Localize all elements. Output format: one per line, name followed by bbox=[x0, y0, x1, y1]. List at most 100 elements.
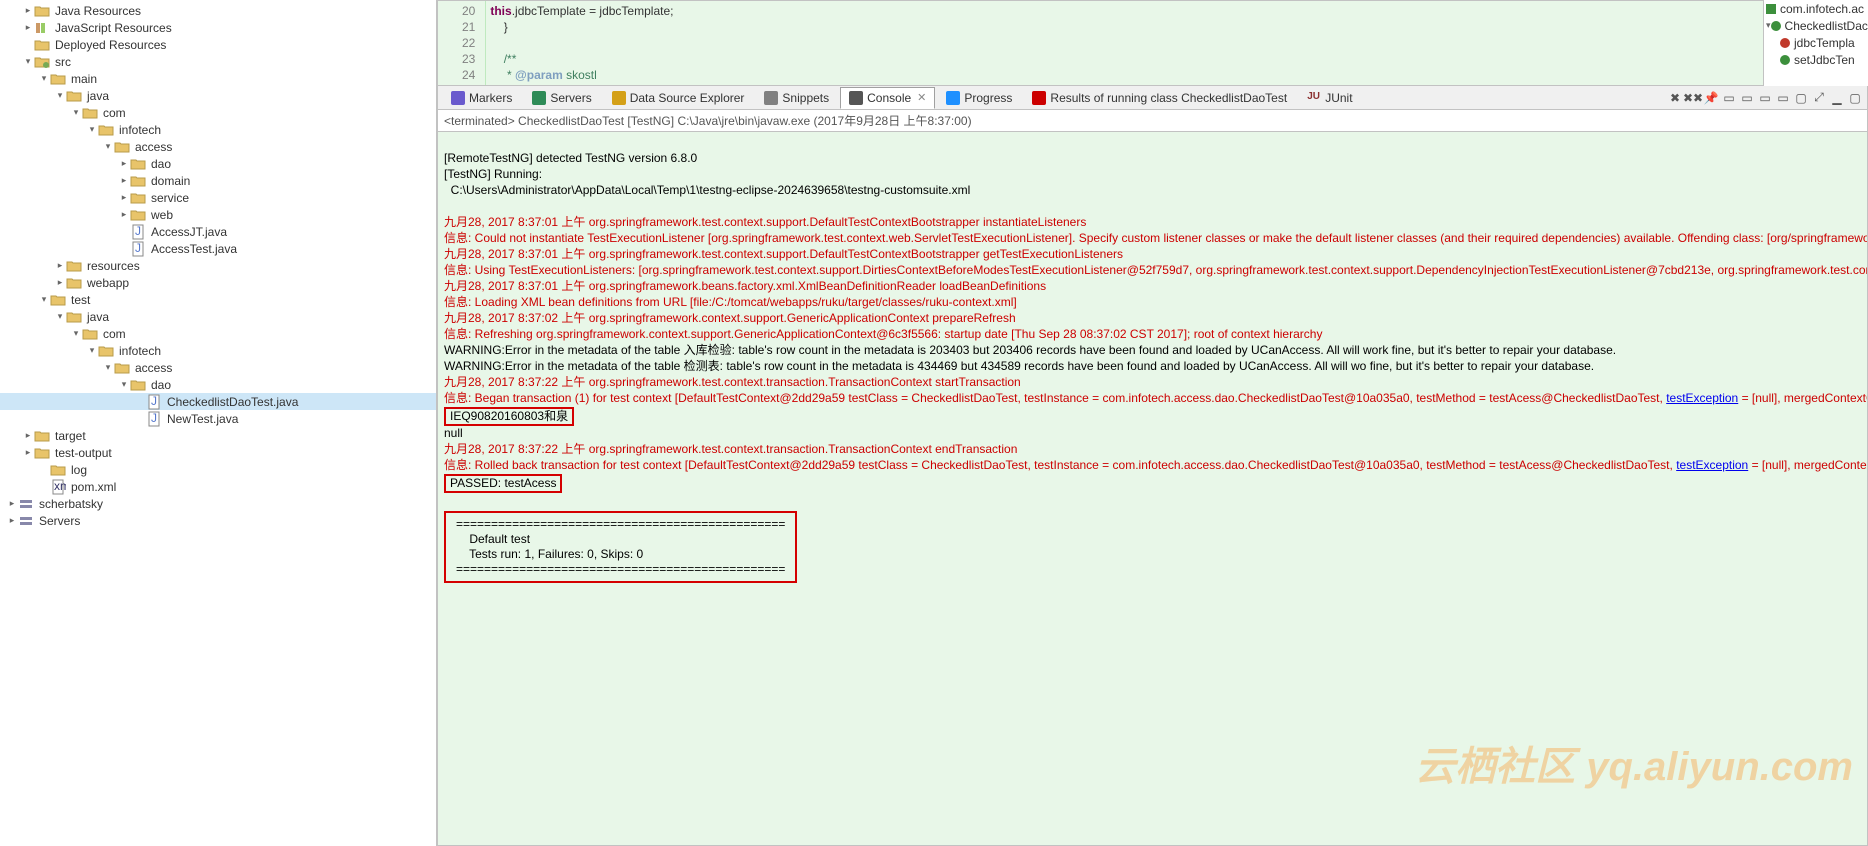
tree-item-dao[interactable]: ▾dao bbox=[0, 376, 436, 393]
tree-arrow[interactable]: ▸ bbox=[118, 158, 130, 169]
folder-icon bbox=[50, 462, 66, 478]
tree-item-domain[interactable]: ▸domain bbox=[0, 172, 436, 189]
javadoc-tag: @param bbox=[515, 68, 563, 82]
toolbar-x-icon[interactable]: ✖ bbox=[1667, 90, 1683, 106]
tree-arrow[interactable]: ▾ bbox=[70, 107, 82, 118]
tree-item-pom-xml[interactable]: xmlpom.xml bbox=[0, 478, 436, 495]
tab-junit[interactable]: JUJUnit bbox=[1298, 87, 1361, 109]
tree-item-scherbatsky[interactable]: ▸scherbatsky bbox=[0, 495, 436, 512]
tree-item-checkedlistdaotest-java[interactable]: JCheckedlistDaoTest.java bbox=[0, 393, 436, 410]
tree-arrow[interactable]: ▸ bbox=[22, 5, 34, 16]
tree-arrow[interactable]: ▸ bbox=[118, 209, 130, 220]
console-link[interactable]: testException bbox=[1676, 458, 1748, 472]
tree-item-com[interactable]: ▾ com bbox=[0, 104, 436, 121]
tree-arrow[interactable]: ▸ bbox=[54, 260, 66, 271]
results-icon bbox=[1032, 91, 1046, 105]
tree-item-newtest-java[interactable]: JNewTest.java bbox=[0, 410, 436, 427]
tree-arrow[interactable]: ▸ bbox=[54, 277, 66, 288]
gear-icon bbox=[34, 3, 50, 19]
tab-snippets[interactable]: Snippets bbox=[755, 87, 838, 109]
toolbar-disp-icon[interactable]: ▭ bbox=[1721, 90, 1737, 106]
tab-markers[interactable]: Markers bbox=[442, 87, 521, 109]
toolbar-disp3-icon[interactable]: ▭ bbox=[1757, 90, 1773, 106]
tab-console[interactable]: Console✕ bbox=[840, 87, 935, 109]
console-output[interactable]: [RemoteTestNG] detected TestNG version 6… bbox=[437, 132, 1868, 846]
tree-item-web[interactable]: ▸web bbox=[0, 206, 436, 223]
tree-label: access bbox=[133, 140, 172, 154]
tab-dse[interactable]: Data Source Explorer bbox=[603, 87, 754, 109]
tab-results[interactable]: Results of running class CheckedlistDaoT… bbox=[1023, 87, 1296, 109]
tree-arrow[interactable]: ▾ bbox=[86, 124, 98, 135]
tree-arrow[interactable]: ▸ bbox=[118, 175, 130, 186]
tree-item-java[interactable]: ▾java bbox=[0, 308, 436, 325]
tree-item-com[interactable]: ▾com bbox=[0, 325, 436, 342]
toolbar-min-icon[interactable]: ▁ bbox=[1829, 90, 1845, 106]
tree-item-main[interactable]: ▾main bbox=[0, 70, 436, 87]
code-editor[interactable]: 2021222324 this.jdbcTemplate = jdbcTempl… bbox=[437, 0, 1868, 86]
tree-item-src[interactable]: ▾src bbox=[0, 53, 436, 70]
tree-arrow[interactable]: ▸ bbox=[118, 192, 130, 203]
tree-item-access[interactable]: ▾access bbox=[0, 359, 436, 376]
tree-item-java[interactable]: ▾java bbox=[0, 87, 436, 104]
tree-label: com bbox=[101, 106, 126, 120]
tree-item-deployed-resources[interactable]: Deployed Resources bbox=[0, 36, 436, 53]
console-link[interactable]: testException bbox=[1666, 391, 1738, 405]
outline-item[interactable]: setJdbcTen bbox=[1764, 51, 1868, 68]
toolbar-disp2-icon[interactable]: ▭ bbox=[1739, 90, 1755, 106]
tree-arrow[interactable]: ▾ bbox=[54, 90, 66, 101]
tree-arrow[interactable]: ▾ bbox=[22, 56, 34, 67]
tree-arrow[interactable]: ▾ bbox=[102, 141, 114, 152]
tree-item-access[interactable]: ▾ access bbox=[0, 138, 436, 155]
tree-item-resources[interactable]: ▸resources bbox=[0, 257, 436, 274]
toolbar-pin-icon[interactable]: 📌 bbox=[1703, 90, 1719, 106]
tree-item-infotech[interactable]: ▾infotech bbox=[0, 342, 436, 359]
tree-item-java-resources[interactable]: ▸Java Resources bbox=[0, 2, 436, 19]
toolbar-xx-icon[interactable]: ✖✖ bbox=[1685, 90, 1701, 106]
tree-item-test-output[interactable]: ▸test-output bbox=[0, 444, 436, 461]
outline-item[interactable]: com.infotech.ac bbox=[1764, 0, 1868, 17]
tree-item-log[interactable]: log bbox=[0, 461, 436, 478]
outline-item[interactable]: ▾ CheckedlistDac bbox=[1764, 17, 1868, 34]
tree-arrow[interactable]: ▸ bbox=[6, 498, 18, 509]
tree-arrow[interactable]: ▾ bbox=[38, 73, 50, 84]
toolbar-sel-icon[interactable]: ▢ bbox=[1793, 90, 1809, 106]
outline-item[interactable]: jdbcTempla bbox=[1764, 34, 1868, 51]
console-line: WARNING:Error in the metadata of the tab… bbox=[444, 343, 1616, 357]
tree-item-infotech[interactable]: ▾infotech bbox=[0, 121, 436, 138]
close-icon[interactable]: ✕ bbox=[917, 91, 926, 104]
tree-arrow[interactable]: ▾ bbox=[118, 379, 130, 390]
toolbar-lock-icon[interactable]: ⤢ bbox=[1811, 90, 1827, 106]
tree-arrow[interactable]: ▸ bbox=[22, 447, 34, 458]
tree-arrow[interactable]: ▸ bbox=[22, 22, 34, 33]
console-line: 九月28, 2017 8:37:01 上午 org.springframewor… bbox=[444, 247, 1123, 261]
tree-item-target[interactable]: ▸target bbox=[0, 427, 436, 444]
outline-view[interactable]: com.infotech.ac▾ CheckedlistDac jdbcTempl… bbox=[1763, 0, 1868, 86]
tree-item-accesstest-java[interactable]: JAccessTest.java bbox=[0, 240, 436, 257]
tab-progress[interactable]: Progress bbox=[937, 87, 1021, 109]
project-explorer[interactable]: ▸Java Resources▸JavaScript ResourcesDepl… bbox=[0, 0, 437, 846]
console-line: 信息: Could not instantiate TestExecutionL… bbox=[444, 231, 1868, 245]
tree-item-test[interactable]: ▾test bbox=[0, 291, 436, 308]
tree-arrow[interactable]: ▾ bbox=[38, 294, 50, 305]
tree-item-dao[interactable]: ▸dao bbox=[0, 155, 436, 172]
tab-label: Snippets bbox=[782, 91, 829, 105]
folder-icon bbox=[114, 360, 130, 376]
tree-label: AccessTest.java bbox=[149, 242, 237, 256]
toolbar-disp4-icon[interactable]: ▭ bbox=[1775, 90, 1791, 106]
tree-arrow[interactable]: ▸ bbox=[6, 515, 18, 526]
tree-item-accessjt-java[interactable]: JAccessJT.java bbox=[0, 223, 436, 240]
tree-arrow[interactable]: ▾ bbox=[54, 311, 66, 322]
tree-item-service[interactable]: ▸service bbox=[0, 189, 436, 206]
editor-code[interactable]: this.jdbcTemplate = jdbcTemplate; } /** … bbox=[486, 1, 677, 85]
outline-label: jdbcTempla bbox=[1794, 36, 1855, 50]
keyword-this: this bbox=[490, 4, 511, 18]
tree-item-javascript-resources[interactable]: ▸JavaScript Resources bbox=[0, 19, 436, 36]
tree-item-servers[interactable]: ▸Servers bbox=[0, 512, 436, 529]
tree-item-webapp[interactable]: ▸webapp bbox=[0, 274, 436, 291]
tab-servers[interactable]: Servers bbox=[523, 87, 600, 109]
tree-arrow[interactable]: ▾ bbox=[86, 345, 98, 356]
tree-arrow[interactable]: ▾ bbox=[102, 362, 114, 373]
tree-arrow[interactable]: ▸ bbox=[22, 430, 34, 441]
tree-arrow[interactable]: ▾ bbox=[70, 328, 82, 339]
toolbar-max-icon[interactable]: ▢ bbox=[1847, 90, 1863, 106]
